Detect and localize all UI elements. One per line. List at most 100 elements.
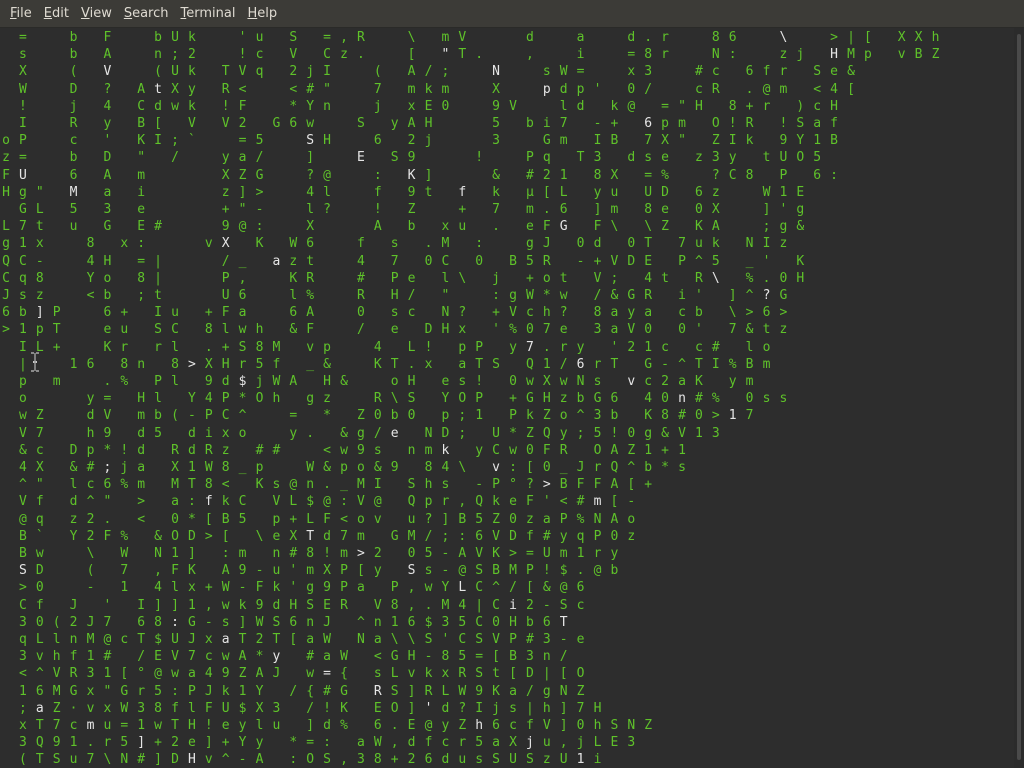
matrix-glyph: & (492, 167, 500, 183)
matrix-glyph: B (492, 563, 500, 579)
matrix-glyph: a (272, 253, 281, 269)
matrix-glyph: F (103, 30, 112, 45)
matrix-glyph: U (492, 425, 500, 441)
matrix-glyph: + (221, 339, 230, 355)
matrix-glyph: W (323, 632, 331, 647)
matrix-glyph: 7 (492, 202, 500, 217)
matrix-glyph: , (458, 494, 467, 510)
matrix-glyph: [ (407, 47, 416, 63)
matrix-glyph: z (559, 391, 568, 407)
matrix-glyph: f (424, 735, 433, 751)
matrix-glyph: t (559, 270, 568, 286)
matrix-glyph: H (424, 116, 433, 131)
matrix-glyph: M (441, 236, 450, 252)
matrix-glyph: b (154, 408, 162, 424)
matrix-glyph: ] (441, 511, 450, 527)
scrollbar-thumb[interactable] (1017, 34, 1021, 760)
matrix-glyph: 1 (576, 752, 585, 768)
matrix-glyph: 4 (18, 460, 27, 475)
matrix-glyph: y (509, 339, 517, 355)
matrix-glyph: 1 (644, 339, 653, 355)
matrix-glyph: c (694, 81, 703, 97)
menu-terminal[interactable]: Terminal (175, 0, 242, 28)
matrix-glyph: V (542, 718, 551, 733)
matrix-glyph: f (525, 718, 534, 733)
matrix-glyph: a (171, 494, 179, 510)
terminal-scrollbar[interactable] (1014, 28, 1024, 768)
matrix-glyph: \ (86, 546, 95, 561)
terminal-matrix-output[interactable]: = b Fb Uk ' u S =, R \ m Vd a d. r 8 6 \ > |[X Xh s b An; 2! c V Cz… (0, 28, 1014, 768)
matrix-glyph: / (306, 700, 315, 716)
matrix-glyph: A (103, 167, 112, 183)
matrix-glyph: " (137, 150, 146, 166)
menu-view[interactable]: View (75, 0, 118, 28)
matrix-glyph: P (475, 339, 484, 355)
matrix-glyph: C (323, 47, 331, 63)
matrix-glyph: ! (424, 339, 433, 355)
matrix-glyph: 4 (204, 391, 213, 407)
matrix-glyph: V (103, 64, 112, 80)
matrix-glyph: H (593, 700, 602, 716)
menu-file[interactable]: File (4, 0, 38, 28)
matrix-glyph: ] (154, 752, 162, 768)
matrix-glyph: & (69, 460, 78, 475)
matrix-glyph: & (542, 580, 551, 596)
matrix-glyph: : (492, 288, 500, 303)
matrix-glyph: a (509, 683, 517, 699)
matrix-glyph: ! (610, 425, 619, 441)
matrix-glyph: v (204, 236, 213, 252)
matrix-glyph: Q (407, 494, 416, 510)
matrix-glyph: > (255, 184, 264, 200)
matrix-glyph: r (238, 356, 247, 372)
menu-help[interactable]: Help (241, 0, 283, 28)
matrix-glyph: B (745, 356, 754, 372)
matrix-glyph: [ (847, 81, 855, 97)
matrix-glyph: H (542, 391, 551, 407)
matrix-glyph: 1 (475, 408, 484, 424)
matrix-glyph: 0 (509, 374, 517, 389)
matrix-glyph: _ (745, 253, 754, 269)
matrix-glyph: s (458, 374, 467, 389)
matrix-glyph: m (238, 546, 247, 561)
matrix-glyph: " (441, 288, 450, 303)
matrix-glyph: 1 (137, 718, 146, 733)
matrix-glyph: l (171, 374, 179, 389)
matrix-glyph: # (678, 408, 686, 424)
matrix-glyph: Z (492, 511, 500, 527)
matrix-glyph: ! (475, 374, 484, 389)
matrix-glyph: y (86, 391, 95, 407)
matrix-glyph: 6 (728, 30, 737, 45)
matrix-glyph: 0 (542, 460, 551, 475)
matrix-glyph: c (441, 735, 450, 751)
matrix-glyph: E (154, 649, 162, 665)
matrix-glyph: o (542, 270, 551, 286)
matrix-glyph: * (187, 511, 196, 527)
matrix-glyph: R (340, 597, 348, 613)
matrix-glyph: ] (559, 718, 568, 733)
matrix-glyph: s (762, 391, 771, 407)
matrix-glyph: 3 (18, 649, 27, 665)
matrix-glyph: H (323, 133, 331, 149)
matrix-glyph: 6 (407, 614, 416, 630)
matrix-glyph: . (762, 270, 771, 286)
matrix-glyph: w (35, 546, 44, 561)
matrix-glyph: 6 (306, 236, 315, 252)
matrix-glyph: ; (458, 425, 467, 441)
matrix-glyph: u (542, 735, 551, 751)
matrix-glyph: + (221, 735, 230, 751)
menu-search[interactable]: Search (118, 0, 175, 28)
matrix-glyph: - (661, 356, 669, 372)
matrix-glyph: W (525, 288, 534, 303)
matrix-glyph: * (661, 460, 669, 475)
matrix-glyph: * (238, 391, 247, 407)
menu-edit[interactable]: Edit (38, 0, 75, 28)
matrix-glyph: B (458, 511, 467, 527)
matrix-glyph: c (407, 305, 416, 321)
matrix-glyph: 0 (492, 614, 500, 630)
matrix-glyph: Z (238, 666, 247, 682)
matrix-glyph: G (69, 683, 78, 699)
matrix-glyph: w (154, 718, 162, 733)
matrix-glyph: N (356, 632, 365, 647)
matrix-glyph: 7 (728, 322, 737, 338)
matrix-glyph: h (424, 477, 433, 493)
